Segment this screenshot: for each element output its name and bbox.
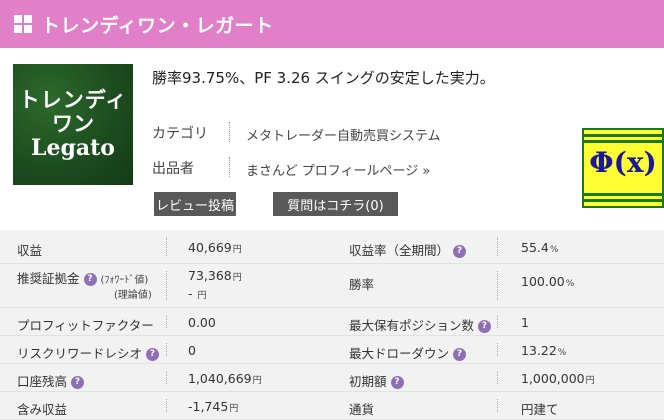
pf-label: プロフィットファクター (17, 318, 154, 333)
product-tagline: 勝率93.75%、PF 3.26 スイングの安定した実力。 (152, 69, 495, 87)
profit-value: 40,669円 (188, 240, 242, 255)
logo-stripe-bottom-2 (584, 199, 662, 202)
page-header: トレンディワン・レガート (0, 0, 664, 48)
stats-row-rr: リスクリワードレシオ? 0 最大ドローダウン? 13.22% (0, 336, 664, 364)
margin-theory-note: (理論値) (114, 290, 152, 301)
margin-forward-value: 73,368円 (188, 268, 242, 283)
margin-theory-value: - 円 (188, 286, 207, 301)
seller-logo[interactable]: Φ(x) (582, 128, 664, 208)
row-divider (497, 399, 498, 412)
currency-label: 通貨 (349, 402, 375, 417)
help-icon[interactable]: ? (478, 320, 492, 333)
stats-row-balance: 口座残高? 1,040,669円 初期額? 1,000,000円 (0, 364, 664, 392)
seller-label: 出品者 (152, 161, 194, 177)
row-divider (497, 371, 498, 384)
unrealized-value: -1,745円 (188, 399, 239, 414)
logo-symbol: Φ(x) (589, 146, 657, 179)
page-title: トレンディワン・レガート (41, 15, 274, 37)
row-divider (497, 315, 498, 328)
product-image: トレンディ ワン Legato (13, 64, 133, 185)
stats-row-pf: プロフィットファクター 0.00 最大保有ポジション数? 1 (0, 308, 664, 336)
win-rate-value: 100.00% (521, 274, 575, 289)
stats-table: 収益 40,669円 収益率（全期間）? 55.4% 推奨証拠金? (ﾌｫﾜｰﾄ… (0, 226, 664, 420)
profit-rate-label: 収益率（全期間）? (349, 240, 467, 259)
row-divider (166, 271, 167, 300)
margin-label: 推奨証拠金? (ﾌｫﾜｰﾄﾞ値) (17, 271, 149, 286)
win-rate-label: 勝率 (349, 277, 375, 292)
help-icon[interactable]: ? (71, 376, 85, 389)
row-divider (497, 271, 498, 300)
product-image-line1: トレンディ (18, 86, 128, 112)
profit-label: 収益 (17, 243, 43, 258)
row-divider (166, 343, 167, 356)
row-divider (497, 343, 498, 356)
product-image-line2: ワン (52, 110, 94, 136)
logo-stripe-bottom (584, 193, 662, 196)
logo-stripe-top (584, 134, 662, 137)
profit-rate-value: 55.4% (521, 240, 559, 255)
max-dd-label: 最大ドローダウン? (349, 343, 467, 362)
post-review-button[interactable]: レビュー投稿 (154, 192, 236, 216)
category-label: カテゴリ (152, 126, 208, 142)
grid-icon (14, 15, 32, 33)
row-divider (166, 237, 167, 256)
row-divider (166, 315, 167, 328)
max-positions-value: 1 (521, 315, 529, 330)
rr-value: 0 (188, 343, 196, 358)
help-icon[interactable]: ? (453, 245, 467, 258)
product-image-line3: Legato (31, 134, 115, 161)
stats-row-profit: 収益 40,669円 収益率（全期間）? 55.4% (0, 230, 664, 264)
balance-label: 口座残高? (17, 371, 85, 390)
category-divider (229, 122, 230, 142)
rr-label: リスクリワードレシオ? (17, 343, 160, 362)
initial-value: 1,000,000円 (521, 371, 595, 386)
help-icon[interactable]: ? (453, 348, 467, 361)
initial-label: 初期額? (349, 371, 404, 390)
pf-value: 0.00 (188, 315, 216, 330)
stats-row-margin: 推奨証拠金? (ﾌｫﾜｰﾄﾞ値) (理論値) 73,368円 - 円 勝率 10… (0, 264, 664, 308)
help-icon[interactable]: ? (83, 273, 97, 286)
help-icon[interactable]: ? (390, 376, 404, 389)
max-dd-value: 13.22% (521, 343, 567, 358)
row-divider (166, 399, 167, 412)
stats-row-unrealized: 含み収益 -1,745円 通貨 円建て (0, 392, 664, 420)
balance-value: 1,040,669円 (188, 371, 262, 386)
currency-value: 円建て (521, 402, 559, 417)
seller-profile-link[interactable]: まさんど プロフィールページ » (246, 160, 430, 179)
max-positions-label: 最大保有ポジション数? (349, 315, 492, 334)
seller-divider (229, 157, 230, 177)
row-divider (497, 237, 498, 256)
ask-question-button[interactable]: 質問はコチラ(0) (273, 192, 398, 216)
category-value[interactable]: メタトレーダー自動売買システム (246, 125, 441, 144)
logo-stripe-top-2 (584, 140, 662, 143)
help-icon[interactable]: ? (146, 348, 160, 361)
row-divider (166, 371, 167, 384)
unrealized-label: 含み収益 (17, 402, 68, 417)
